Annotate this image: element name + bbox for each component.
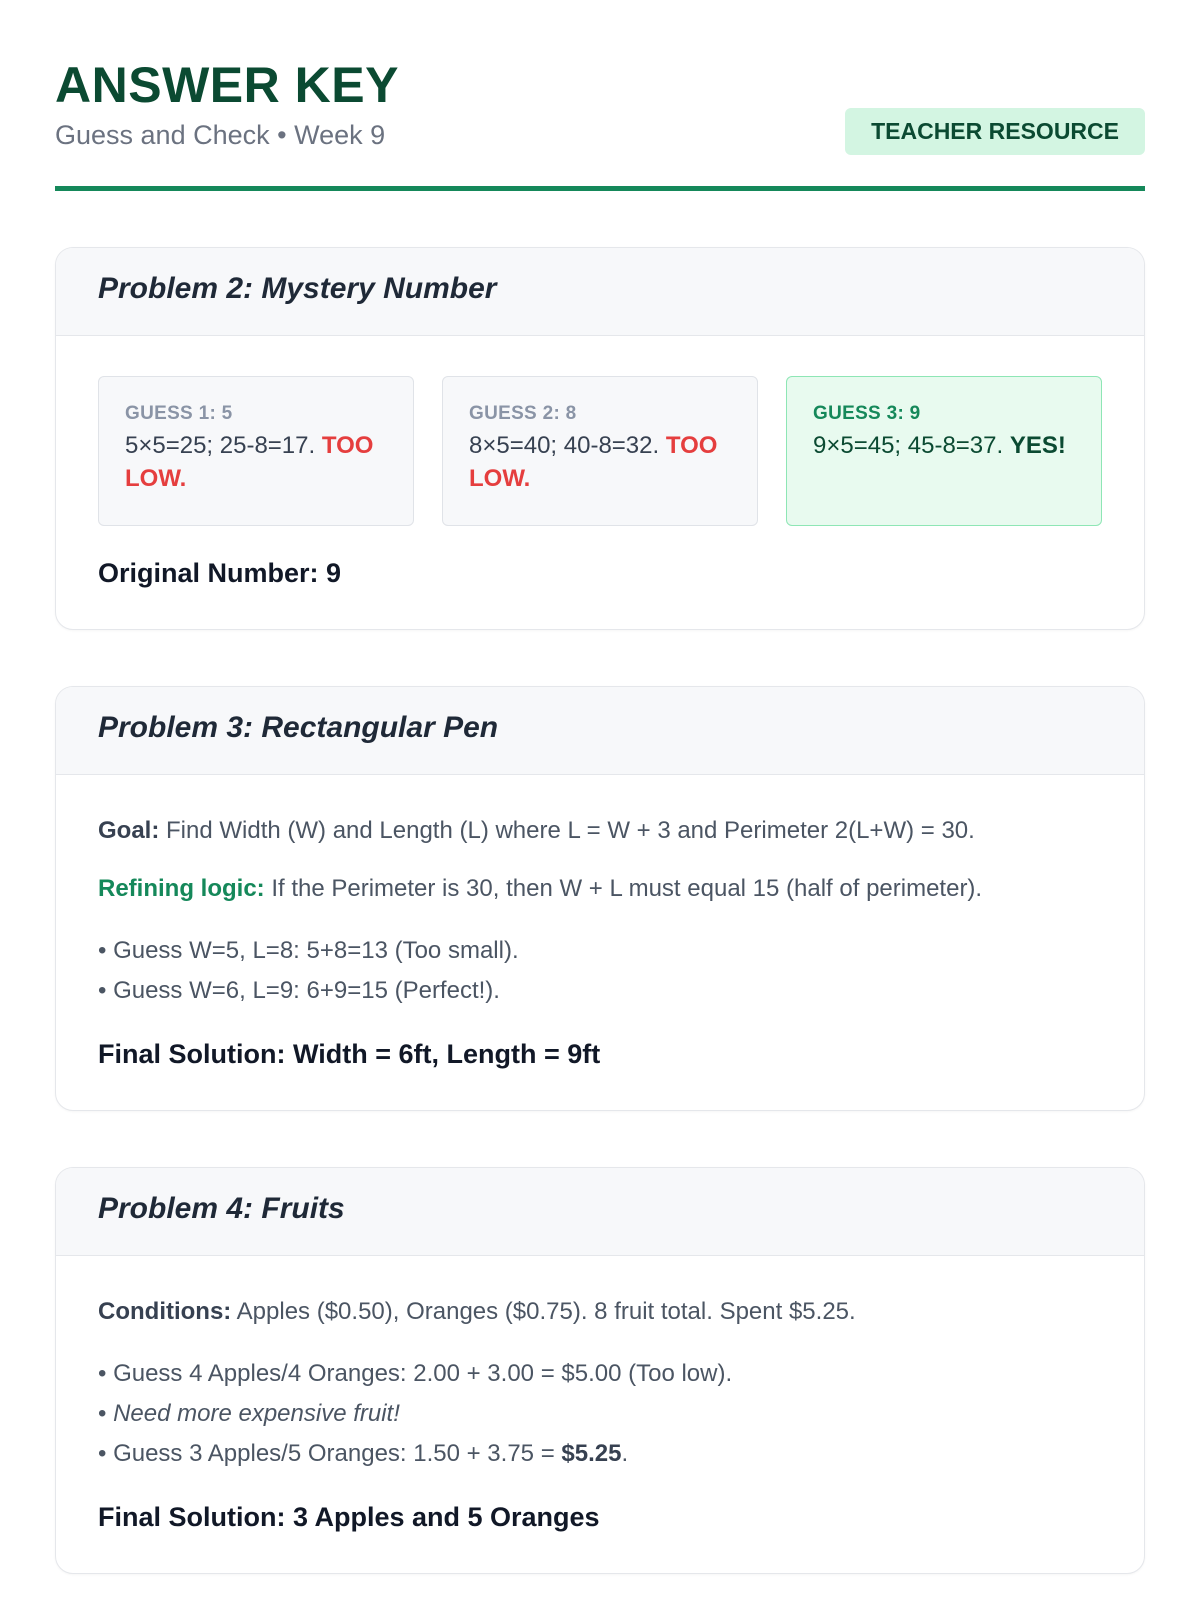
page-title: ANSWER KEY	[55, 57, 399, 113]
problem-2-body: GUESS 1: 5 5×5=25; 25-8=17. TOO LOW. GUE…	[56, 336, 1144, 629]
bullet-suffix: .	[621, 1440, 629, 1467]
guess-verdict: YES!	[1009, 432, 1066, 459]
logic-paragraph: Refining logic: If the Perimeter is 30, …	[98, 873, 1102, 905]
guess-row: GUESS 1: 5 5×5=25; 25-8=17. TOO LOW. GUE…	[98, 376, 1102, 526]
guess-label: GUESS 1: 5	[125, 403, 233, 424]
conditions-paragraph: Conditions: Apples ($0.50), Oranges ($0.…	[98, 1296, 1102, 1328]
list-item: • Guess 4 Apples/4 Oranges: 2.00 + 3.00 …	[98, 1360, 733, 1387]
problem-3-title: Problem 3: Rectangular Pen	[98, 711, 499, 744]
list-item: • Guess W=6, L=9: 6+9=15 (Perfect!).	[98, 977, 500, 1004]
page-subtitle: Guess and Check • Week 9	[55, 120, 386, 150]
guess-card-1: GUESS 1: 5 5×5=25; 25-8=17. TOO LOW.	[98, 376, 414, 526]
problem-3-header: Problem 3: Rectangular Pen	[56, 687, 1144, 775]
guess-text: 5×5=25; 25-8=17. TOO LOW.	[125, 429, 387, 495]
goal-paragraph: Goal: Find Width (W) and Length (L) wher…	[98, 815, 1102, 847]
list-item: • Guess W=5, L=8: 5+8=13 (Too small).	[98, 937, 519, 964]
logic-label: Refining logic:	[98, 875, 265, 902]
problem-3-body: Goal: Find Width (W) and Length (L) wher…	[56, 775, 1144, 1110]
list-item: • Need more expensive fruit!	[98, 1394, 1102, 1434]
guess-list: • Guess W=5, L=8: 5+8=13 (Too small). • …	[98, 931, 1102, 1011]
guess-label: GUESS 3: 9	[813, 403, 921, 424]
guess-label: GUESS 2: 8	[469, 403, 577, 424]
problem-2-card: Problem 2: Mystery Number GUESS 1: 5 5×5…	[55, 247, 1145, 630]
problem-4-title: Problem 4: Fruits	[98, 1192, 345, 1225]
guess-card-3: GUESS 3: 9 9×5=45; 45-8=37. YES!	[786, 376, 1102, 526]
bullet-text: • Guess 3 Apples/5 Oranges: 1.50 + 3.75 …	[98, 1440, 562, 1467]
bullet-prefix: •	[98, 1400, 114, 1427]
problem-4-card: Problem 4: Fruits Conditions: Apples ($0…	[55, 1167, 1145, 1574]
problem-3-card: Problem 3: Rectangular Pen Goal: Find Wi…	[55, 686, 1145, 1111]
logic-text: If the Perimeter is 30, then W + L must …	[264, 875, 983, 902]
goal-text: Find Width (W) and Length (L) where L = …	[159, 817, 975, 844]
guess-text: 9×5=45; 45-8=37. YES!	[813, 429, 1075, 462]
total-amount: $5.25	[561, 1440, 622, 1467]
conditions-text: Apples ($0.50), Oranges ($0.75). 8 fruit…	[231, 1298, 856, 1325]
guess-work: 9×5=45; 45-8=37.	[813, 432, 1010, 459]
guess-card-2: GUESS 2: 8 8×5=40; 40-8=32. TOO LOW.	[442, 376, 758, 526]
header: ANSWER KEY Guess and Check • Week 9 TEAC…	[55, 56, 1145, 191]
guess-work: 5×5=25; 25-8=17.	[125, 432, 322, 459]
problem-2-result: Original Number: 9	[98, 558, 342, 588]
problem-4-final: Final Solution: 3 Apples and 5 Oranges	[98, 1502, 600, 1532]
conditions-label: Conditions:	[98, 1298, 232, 1325]
hint-text: Need more expensive fruit!	[113, 1400, 400, 1427]
problem-2-header: Problem 2: Mystery Number	[56, 248, 1144, 336]
problem-3-final: Final Solution: Width = 6ft, Length = 9f…	[98, 1039, 601, 1069]
list-item: • Guess 3 Apples/5 Oranges: 1.50 + 3.75 …	[98, 1434, 1102, 1474]
answer-key-page: ANSWER KEY Guess and Check • Week 9 TEAC…	[0, 0, 1200, 1574]
problem-4-body: Conditions: Apples ($0.50), Oranges ($0.…	[56, 1256, 1144, 1573]
problem-4-header: Problem 4: Fruits	[56, 1168, 1144, 1256]
problem-2-title: Problem 2: Mystery Number	[98, 272, 497, 305]
guess-list: • Guess 4 Apples/4 Oranges: 2.00 + 3.00 …	[98, 1354, 1102, 1474]
goal-label: Goal:	[98, 817, 160, 844]
guess-work: 8×5=40; 40-8=32.	[469, 432, 666, 459]
teacher-resource-badge: TEACHER RESOURCE	[845, 108, 1145, 155]
guess-text: 8×5=40; 40-8=32. TOO LOW.	[469, 429, 731, 495]
